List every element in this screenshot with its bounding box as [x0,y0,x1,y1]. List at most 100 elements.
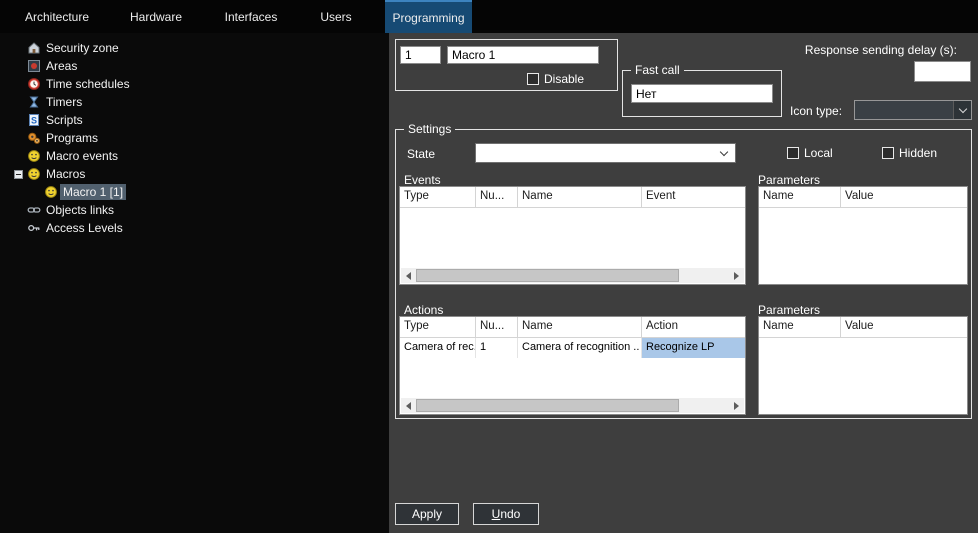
scrollbar-thumb[interactable] [416,399,679,412]
events-table[interactable]: Type Nu... Name Event [399,186,746,285]
column-header-type[interactable]: Type [400,187,476,207]
tree-item-areas[interactable]: Areas [0,57,389,75]
tree-item-macros[interactable]: Macros [0,165,389,183]
tree-collapse-icon[interactable] [14,170,23,179]
tree-item-scripts[interactable]: S Scripts [0,111,389,129]
horizontal-scrollbar[interactable] [401,268,744,283]
scrollbar-track[interactable] [416,268,729,283]
column-header-number[interactable]: Nu... [476,187,518,207]
tree-item-label: Timers [43,94,85,110]
parameters-table-header: Name Value [759,187,967,208]
checkbox-icon [882,147,894,159]
tree-item-label: Macro 1 [1] [60,184,126,200]
svg-text:S: S [31,116,37,126]
actions-table[interactable]: Type Nu... Name Action Camera of rec... … [399,316,746,415]
undo-button[interactable]: Undo [473,503,539,525]
tree-item-label: Macro events [43,148,121,164]
apply-button[interactable]: Apply [395,503,459,525]
cell-name[interactable]: Camera of recognition .. [518,338,642,358]
response-delay-field[interactable] [914,61,971,82]
macro-identity-group: Disable [395,39,618,91]
column-header-name[interactable]: Name [518,187,642,207]
column-header-name[interactable]: Name [518,317,642,337]
macro-name-field[interactable] [447,46,599,64]
key-icon [27,221,41,235]
scroll-right-icon[interactable] [729,268,744,283]
scrollbar-track[interactable] [416,398,729,413]
checkbox-icon [787,147,799,159]
tab-hardware[interactable]: Hardware [112,0,200,33]
hidden-checkbox[interactable]: Hidden [882,146,937,160]
actions-parameters-table[interactable]: Name Value [758,316,968,415]
cell-number[interactable]: 1 [476,338,518,358]
parameters-table-header: Name Value [759,317,967,338]
application-window: Architecture Hardware Interfaces Users P… [0,0,978,533]
actions-label: Actions [404,303,443,317]
tree-item-timers[interactable]: Timers [0,93,389,111]
column-header-type[interactable]: Type [400,317,476,337]
cell-type[interactable]: Camera of rec... [400,338,476,358]
fast-call-group-label: Fast call [631,63,684,77]
tree-item-objects-links[interactable]: Objects links [0,201,389,219]
chevron-down-icon [720,147,728,155]
tab-architecture[interactable]: Architecture [6,0,108,33]
scroll-left-icon[interactable] [401,398,416,413]
column-header-name[interactable]: Name [759,317,841,337]
scroll-left-icon[interactable] [401,268,416,283]
hourglass-icon [27,95,41,109]
actions-table-row[interactable]: Camera of rec... 1 Camera of recognition… [400,338,745,358]
tree-item-programs[interactable]: Programs [0,129,389,147]
smiley-icon [44,185,58,199]
tree-item-security-zone[interactable]: Security zone [0,39,389,57]
tab-users[interactable]: Users [300,0,372,33]
column-header-value[interactable]: Value [841,317,967,337]
events-table-header: Type Nu... Name Event [400,187,745,208]
checkbox-icon [527,73,539,85]
tree-item-time-schedules[interactable]: Time schedules [0,75,389,93]
clock-icon [27,77,41,91]
column-header-value[interactable]: Value [841,187,967,207]
column-header-event[interactable]: Event [642,187,745,207]
column-header-action[interactable]: Action [642,317,745,337]
disable-checkbox[interactable]: Disable [527,72,584,86]
state-label: State [407,147,435,161]
cell-action[interactable]: Recognize LP [642,338,745,358]
column-header-number[interactable]: Nu... [476,317,518,337]
disable-label: Disable [544,72,584,86]
navigation-tree: Security zone Areas Time schedules Timer… [0,33,389,533]
icon-type-dropdown[interactable] [854,100,972,120]
column-header-name[interactable]: Name [759,187,841,207]
tree-item-macro-events[interactable]: Macro events [0,147,389,165]
tab-programming[interactable]: Programming [385,0,472,33]
local-checkbox[interactable]: Local [787,146,833,160]
scroll-right-icon[interactable] [729,398,744,413]
tree-item-macro-1[interactable]: Macro 1 [1] [0,183,389,201]
events-parameters-label: Parameters [758,173,820,187]
local-label: Local [804,146,833,160]
tree-item-access-levels[interactable]: Access Levels [0,219,389,237]
undo-label-accelerator: U [492,507,501,521]
actions-parameters-label: Parameters [758,303,820,317]
settings-group-label: Settings [404,122,455,136]
security-zone-icon [27,41,41,55]
events-label: Events [404,173,441,187]
tree-item-label: Areas [43,58,80,74]
gears-icon [27,131,41,145]
state-dropdown[interactable] [475,143,736,163]
events-parameters-table[interactable]: Name Value [758,186,968,285]
areas-icon [27,59,41,73]
macro-number-field[interactable] [400,46,441,64]
horizontal-scrollbar[interactable] [401,398,744,413]
settings-group: Settings State Local Hidden Events Type … [395,129,972,419]
tab-bar: Architecture Hardware Interfaces Users P… [0,0,978,33]
script-icon: S [27,113,41,127]
tab-interfaces[interactable]: Interfaces [204,0,298,33]
tree-item-label: Scripts [43,112,86,128]
scrollbar-thumb[interactable] [416,269,679,282]
actions-table-header: Type Nu... Name Action [400,317,745,338]
hidden-label: Hidden [899,146,937,160]
tree-item-label: Programs [43,130,101,146]
main-panel: Disable Fast call Response sending delay… [389,33,978,533]
fast-call-field[interactable] [631,84,773,103]
tree-item-label: Objects links [43,202,117,218]
